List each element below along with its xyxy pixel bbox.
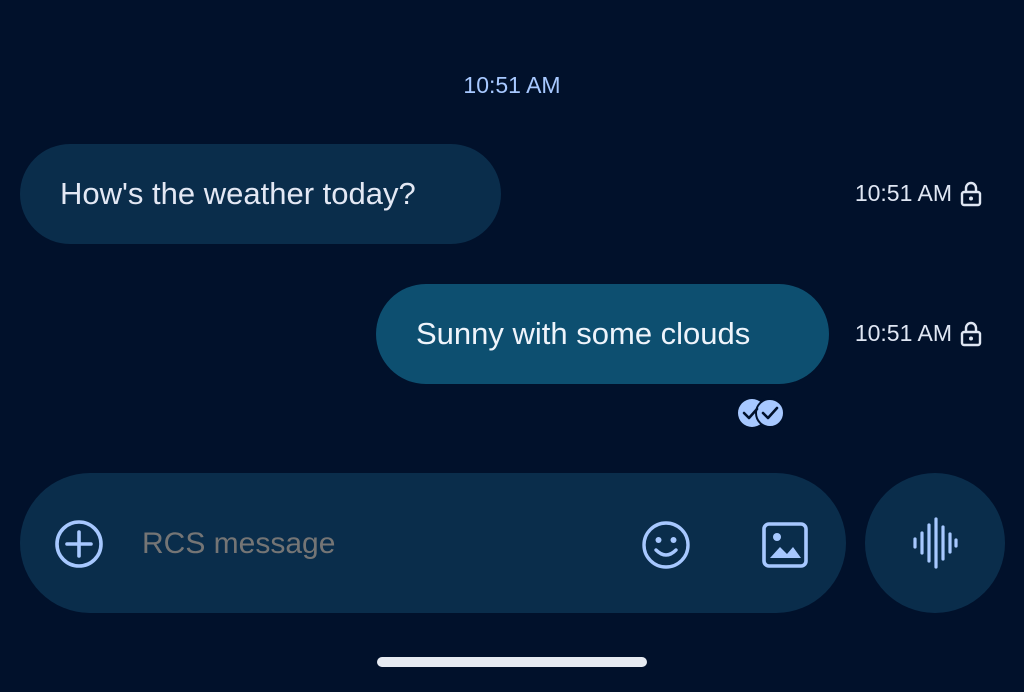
incoming-message-text: How's the weather today? xyxy=(60,176,416,211)
voice-message-button[interactable] xyxy=(865,473,1005,613)
outgoing-message-bubble[interactable]: Sunny with some clouds xyxy=(376,284,829,384)
read-receipt-icon xyxy=(738,398,785,428)
home-indicator[interactable] xyxy=(377,657,647,667)
outgoing-message-time: 10:51 AM xyxy=(854,320,952,346)
outgoing-message-text: Sunny with some clouds xyxy=(416,316,751,351)
voice-waveform-icon xyxy=(913,517,958,569)
gallery-icon[interactable] xyxy=(760,520,810,570)
add-circle-icon[interactable] xyxy=(53,518,105,570)
lock-icon xyxy=(960,181,982,206)
incoming-message-bubble[interactable]: How's the weather today? xyxy=(20,144,501,244)
message-input[interactable] xyxy=(140,517,624,571)
conversation-timestamp: 10:51 AM xyxy=(463,72,561,98)
emoji-icon[interactable] xyxy=(640,519,692,571)
lock-icon xyxy=(960,321,982,346)
conversation-screen: 10:51 AM How's the weather today? 10:51 … xyxy=(0,0,1024,692)
message-composer xyxy=(20,473,846,613)
incoming-message-time: 10:51 AM xyxy=(854,180,952,206)
incoming-message-meta: 10:51 AM xyxy=(855,180,982,207)
outgoing-message-meta: 10:51 AM xyxy=(855,320,982,347)
